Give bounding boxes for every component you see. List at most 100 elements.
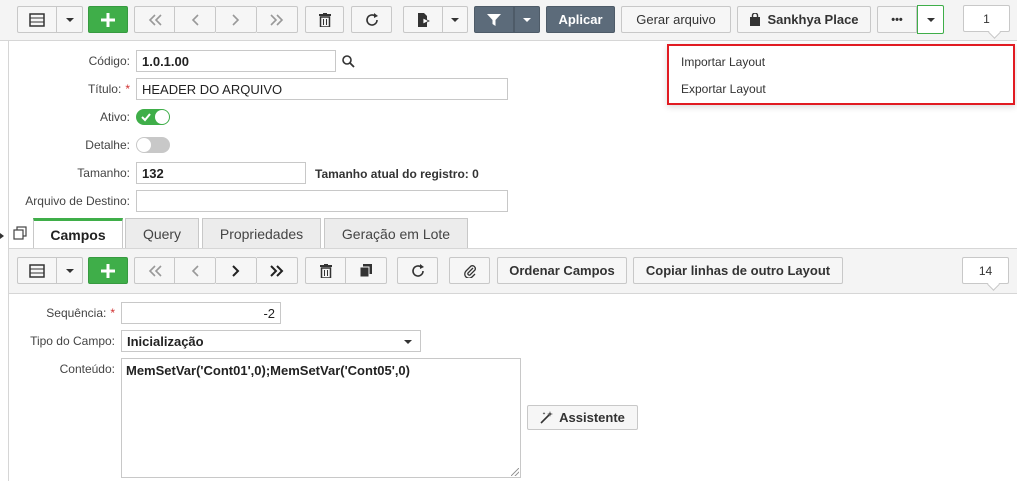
chevron-down-icon xyxy=(451,17,459,22)
detail-add-button[interactable] xyxy=(88,257,128,284)
check-icon xyxy=(141,113,151,122)
grid-icon xyxy=(29,12,45,27)
resize-handle[interactable] xyxy=(511,468,519,476)
detail-first-button[interactable] xyxy=(134,257,175,284)
chevron-down-icon xyxy=(523,17,531,22)
required-asterisk: * xyxy=(125,82,130,96)
chevron-down-icon xyxy=(65,268,74,273)
more-options-button[interactable]: ••• xyxy=(877,6,917,33)
tipo-campo-label: Tipo do Campo: xyxy=(30,334,115,348)
tab-query[interactable]: Query xyxy=(125,218,199,248)
sequencia-input[interactable]: -2 xyxy=(121,302,281,324)
export-button[interactable] xyxy=(403,6,443,33)
double-chevron-right-icon xyxy=(270,13,284,26)
detail-grid-view-button[interactable] xyxy=(17,257,57,284)
tamanho-label: Tamanho: xyxy=(77,166,130,180)
sequencia-label-text: Sequência: xyxy=(46,306,107,320)
tipo-campo-value: Inicialização xyxy=(127,333,204,349)
refresh-button[interactable] xyxy=(351,6,392,33)
duplicate-icon xyxy=(359,263,372,277)
filter-button[interactable] xyxy=(474,6,514,33)
detalhe-label: Detalhe: xyxy=(85,138,130,152)
apply-button[interactable]: Aplicar xyxy=(546,6,615,33)
titulo-input[interactable]: HEADER DO ARQUIVO xyxy=(136,78,508,100)
detail-delete-button[interactable] xyxy=(305,257,346,284)
search-icon[interactable] xyxy=(342,55,355,68)
chevron-down-icon xyxy=(404,340,412,344)
trash-icon xyxy=(318,12,331,27)
menu-item-export-layout[interactable]: Exportar Layout xyxy=(681,82,766,96)
codigo-label: Código: xyxy=(88,54,130,68)
grid-icon xyxy=(29,263,45,278)
copy-lines-button[interactable]: Copiar linhas de outro Layout xyxy=(633,257,843,284)
more-options-dropdown[interactable] xyxy=(917,5,944,34)
tab-propriedades[interactable]: Propriedades xyxy=(202,218,321,248)
detail-grid-view-dropdown[interactable] xyxy=(57,257,83,284)
plus-icon xyxy=(101,12,115,27)
tab-campos[interactable]: Campos xyxy=(33,218,123,249)
sequencia-label: Sequência: * xyxy=(20,306,115,320)
ativo-label: Ativo: xyxy=(99,110,130,124)
conteudo-label: Conteúdo: xyxy=(59,362,115,376)
detail-next-button[interactable] xyxy=(216,257,257,284)
attachment-button[interactable] xyxy=(449,257,490,284)
generate-file-button[interactable]: Gerar arquivo xyxy=(621,6,731,33)
more-options-menu: Importar Layout Exportar Layout xyxy=(667,44,1015,105)
filter-dropdown[interactable] xyxy=(514,6,540,33)
conteudo-textarea[interactable]: MemSetVar('Cont01',0);MemSetVar('Cont05'… xyxy=(121,358,521,478)
detail-record-counter: 14 xyxy=(962,257,1009,284)
toggle-knob xyxy=(137,138,151,152)
last-record-button[interactable] xyxy=(257,6,298,33)
ativo-toggle[interactable] xyxy=(136,109,170,125)
plus-icon xyxy=(101,263,115,278)
refresh-icon xyxy=(365,12,378,26)
assistant-label: Assistente xyxy=(559,410,625,425)
next-record-button[interactable] xyxy=(216,6,257,33)
chevron-left-icon xyxy=(191,13,199,26)
tamanho-atual-label: Tamanho atual do registro: 0 xyxy=(315,167,479,181)
refresh-icon xyxy=(411,263,424,277)
first-record-button[interactable] xyxy=(134,6,175,33)
double-chevron-left-icon xyxy=(148,13,162,26)
magic-wand-icon xyxy=(540,411,554,424)
tamanho-input[interactable]: 132 xyxy=(136,162,306,184)
assistant-button[interactable]: Assistente xyxy=(527,405,638,430)
required-asterisk: * xyxy=(110,306,115,320)
grid-view-dropdown[interactable] xyxy=(57,6,83,33)
detail-refresh-button[interactable] xyxy=(397,257,438,284)
add-button[interactable] xyxy=(88,6,128,33)
chevron-left-icon xyxy=(191,264,199,277)
trash-icon xyxy=(319,263,332,278)
codigo-input[interactable]: 1.0.1.00 xyxy=(136,50,336,72)
double-chevron-right-icon xyxy=(270,264,284,277)
grid-view-button[interactable] xyxy=(17,6,57,33)
filter-icon xyxy=(487,13,501,26)
previous-record-button[interactable] xyxy=(175,6,216,33)
expand-arrow-icon[interactable] xyxy=(0,233,4,239)
double-chevron-left-icon xyxy=(148,264,162,277)
shopping-bag-icon xyxy=(750,13,761,26)
detail-last-button[interactable] xyxy=(257,257,298,284)
menu-item-import-layout[interactable]: Importar Layout xyxy=(681,55,765,69)
export-dropdown[interactable] xyxy=(443,6,468,33)
order-fields-button[interactable]: Ordenar Campos xyxy=(497,257,627,284)
sankhya-place-label: Sankhya Place xyxy=(767,12,859,27)
detail-duplicate-button[interactable] xyxy=(346,257,387,284)
arquivo-destino-input[interactable] xyxy=(136,190,508,212)
chevron-down-icon xyxy=(65,17,74,22)
detail-previous-button[interactable] xyxy=(175,257,216,284)
copy-icon[interactable] xyxy=(13,226,27,240)
tipo-campo-select[interactable]: Inicialização xyxy=(121,330,421,352)
sankhya-place-button[interactable]: Sankhya Place xyxy=(737,6,871,33)
chevron-down-icon xyxy=(926,17,935,22)
delete-button[interactable] xyxy=(305,6,344,33)
toggle-knob xyxy=(155,110,169,124)
chevron-right-icon xyxy=(232,264,240,277)
titulo-label: Título: * xyxy=(40,82,130,96)
tab-geracao-em-lote[interactable]: Geração em Lote xyxy=(324,218,468,248)
chevron-right-icon xyxy=(232,13,240,26)
titulo-label-text: Título: xyxy=(87,82,122,96)
record-counter: 1 xyxy=(963,5,1010,32)
conteudo-value: MemSetVar('Cont01',0);MemSetVar('Cont05'… xyxy=(126,363,410,378)
detalhe-toggle[interactable] xyxy=(136,137,170,153)
